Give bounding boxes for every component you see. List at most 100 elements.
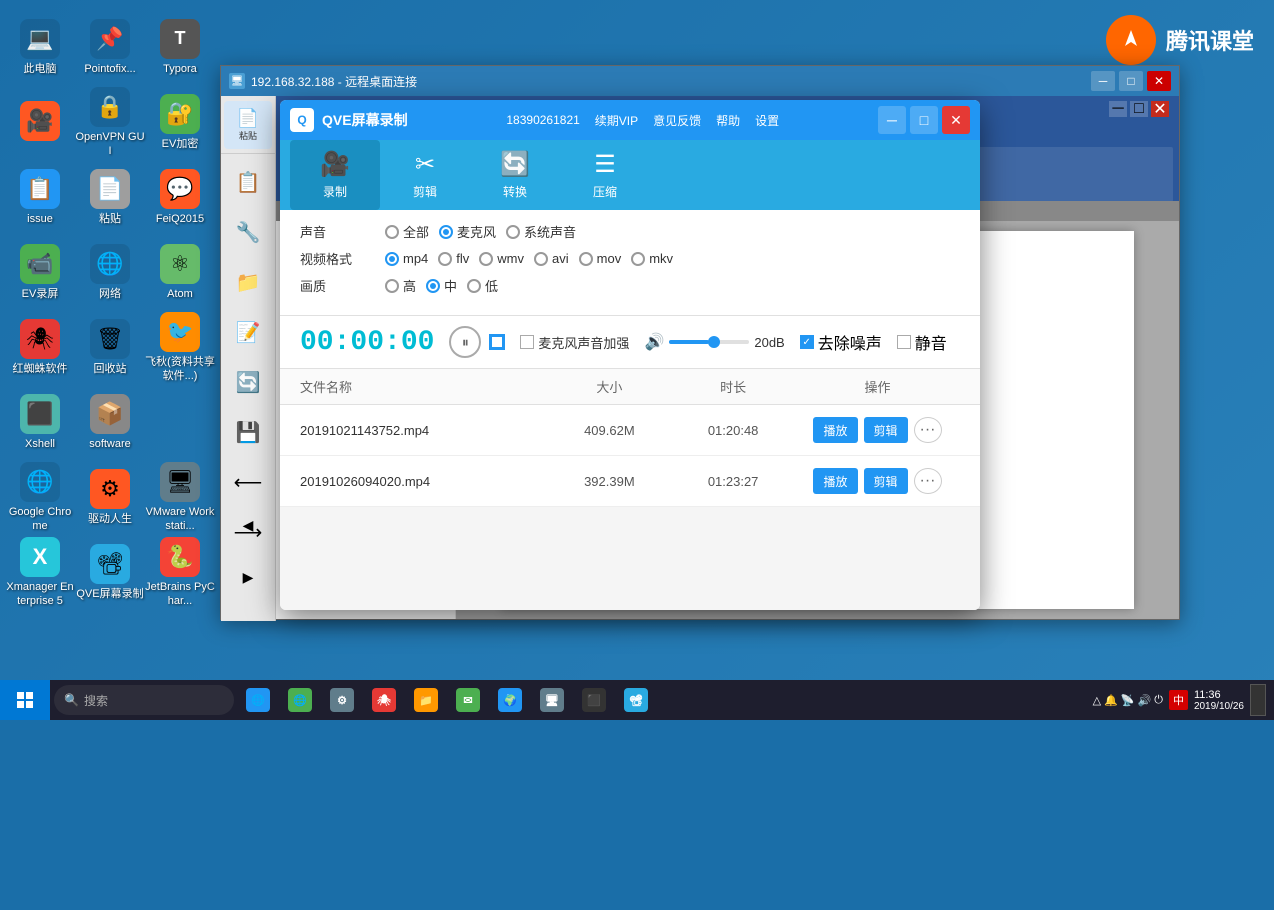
noise-cancel-item[interactable]: ✓ 去除噪声 (800, 330, 882, 354)
remote-minimize-button[interactable]: ─ (1091, 71, 1115, 91)
sidebar-icon-7[interactable]: ⟵ (224, 458, 272, 506)
file-name-1: 20191021143752.mp4 (300, 423, 548, 438)
format-wmv-label: wmv (497, 251, 524, 266)
sidebar-icon-5[interactable]: 🔄 (224, 358, 272, 406)
desktop-icon-issue[interactable]: 📋 issue (5, 160, 75, 235)
desktop-icon-pointofix[interactable]: 📌 Pointofix... (75, 10, 145, 85)
qve-close-button[interactable]: ✕ (942, 106, 970, 134)
sidebar-icon-1[interactable]: 📋 (224, 158, 272, 206)
sidebar-icon-2[interactable]: 🔧 (224, 208, 272, 256)
desktop-icon-network[interactable]: 🌐 网络 (75, 235, 145, 310)
taskbar-app-remote[interactable]: 🖥 (532, 680, 572, 720)
qve-file-list: 文件名称 大小 时长 操作 20191021143752.mp4 409.62M… (280, 369, 980, 610)
format-avi-option[interactable]: avi (534, 251, 569, 266)
desktop-icon-qve[interactable]: 📽 QVE屏幕录制 (75, 535, 145, 610)
format-mp4-option[interactable]: mp4 (385, 251, 428, 266)
taskbar-app-network[interactable]: 🌐 (238, 680, 278, 720)
qve-help-button[interactable]: 帮助 (716, 112, 740, 129)
taskbar-app-spider[interactable]: 🕷 (364, 680, 404, 720)
play-button-1[interactable]: 播放 (813, 417, 857, 443)
edit-button-2[interactable]: 剪辑 (864, 468, 908, 494)
taskbar-app-chrome[interactable]: 🌐 (280, 680, 320, 720)
format-mov-option[interactable]: mov (579, 251, 622, 266)
desktop-icon-software[interactable]: 📦 software (75, 385, 145, 460)
taskbar-language-indicator[interactable]: 中 (1169, 690, 1188, 710)
start-button[interactable] (0, 680, 50, 720)
mic-boost-checkbox-item[interactable]: 麦克风声音加强 (520, 333, 629, 352)
sidebar-nav-left[interactable]: ◀ (224, 501, 272, 549)
qve-vip-button[interactable]: 续期VIP (595, 112, 638, 129)
taskbar-app-media[interactable]: 📽 (616, 680, 656, 720)
sidebar-icon-3[interactable]: 📁 (224, 258, 272, 306)
volume-slider[interactable] (669, 340, 749, 344)
toolbar-edit-button[interactable]: ✂ 剪辑 (380, 140, 470, 210)
sidebar-paste-icon[interactable]: 📄 粘贴 (224, 101, 272, 149)
more-button-2[interactable]: ··· (914, 468, 942, 494)
toolbar-edit-label: 剪辑 (413, 183, 437, 200)
taskbar-app-browser[interactable]: 🌍 (490, 680, 530, 720)
search-icon: 🔍 (64, 693, 79, 707)
desktop-icon-record[interactable]: 🎥 (5, 85, 75, 160)
word-maximize-btn[interactable]: □ (1130, 101, 1148, 117)
format-flv-option[interactable]: flv (438, 251, 469, 266)
desktop-icon-xmanager[interactable]: X Xmanager Enterprise 5 (5, 535, 75, 610)
scissors-icon: ✂ (415, 150, 435, 179)
quality-high-option[interactable]: 高 (385, 276, 416, 295)
edit-button-1[interactable]: 剪辑 (864, 417, 908, 443)
desktop-icon-feiq[interactable]: 💬 FeiQ2015 (145, 160, 215, 235)
show-desktop-button[interactable] (1250, 684, 1266, 716)
desktop-icon-typora[interactable]: T Typora (145, 10, 215, 85)
taskbar-mail-icon: ✉ (456, 688, 480, 712)
desktop-icon-chrome[interactable]: 🌐 Google Chrome (5, 460, 75, 535)
qve-minimize-button[interactable]: ─ (878, 106, 906, 134)
format-wmv-option[interactable]: wmv (479, 251, 524, 266)
toolbar-compress-button[interactable]: ☰ 压缩 (560, 140, 650, 210)
sidebar-nav-right[interactable]: ▶ (224, 553, 272, 601)
pause-button[interactable]: ⏸ (449, 326, 481, 358)
desktop-icon-recycle[interactable]: 🗑 回收站 (75, 310, 145, 385)
desktop-icon-driver[interactable]: ⚙ 驱动人生 (75, 460, 145, 535)
audio-system-option[interactable]: 系统声音 (506, 222, 576, 241)
desktop-icon-vmware[interactable]: 🖥 VMware Workstati... (145, 460, 215, 535)
desktop-icon-pycharm[interactable]: 🐍 JetBrains PyChar... (145, 535, 215, 610)
play-button-2[interactable]: 播放 (813, 468, 857, 494)
mute-item[interactable]: 静音 (897, 330, 947, 354)
taskbar-search[interactable]: 🔍 搜索 (54, 685, 234, 715)
qve-settings-button[interactable]: 设置 (755, 112, 779, 129)
toolbar-record-button[interactable]: 🎥 录制 (290, 140, 380, 210)
desktop-icon-openvpn[interactable]: 🔒 OpenVPN GUI (75, 85, 145, 160)
taskbar-app-folder[interactable]: 📁 (406, 680, 446, 720)
remote-maximize-button[interactable]: □ (1119, 71, 1143, 91)
qve-feedback-button[interactable]: 意见反馈 (653, 112, 701, 129)
sidebar-icon-6[interactable]: 💾 (224, 408, 272, 456)
qve-maximize-button[interactable]: □ (910, 106, 938, 134)
desktop-icon-xshell[interactable]: ⬛ Xshell (5, 385, 75, 460)
desktop-icon-feiqiu[interactable]: 🐦 飞秋(资料共享软件...) (145, 310, 215, 385)
desktop-icon-atom[interactable]: ⚛ Atom (145, 235, 215, 310)
more-button-1[interactable]: ··· (914, 417, 942, 443)
quality-low-option[interactable]: 低 (467, 276, 498, 295)
taskbar-app-settings[interactable]: ⚙ (322, 680, 362, 720)
stop-button[interactable] (489, 334, 505, 350)
word-minimize-btn[interactable]: ─ (1109, 101, 1127, 117)
desktop-icon-label: 飞秋(资料共享软件...) (145, 356, 215, 382)
desktop-icon-computer[interactable]: 💻 此电脑 (5, 10, 75, 85)
desktop-icon-paste[interactable]: 📄 粘贴 (75, 160, 145, 235)
desktop-icon-spider[interactable]: 🕷 红蜘蛛软件 (5, 310, 75, 385)
remote-close-button[interactable]: ✕ (1147, 71, 1171, 91)
word-close-btn[interactable]: ✕ (1151, 101, 1169, 117)
file-actions-2: 播放 剪辑 ··· (795, 468, 960, 494)
desktop-icon-label: Typora (163, 63, 197, 76)
desktop-icon-ev-record[interactable]: 📹 EV录屏 (5, 235, 75, 310)
audio-all-option[interactable]: 全部 (385, 222, 429, 241)
sidebar-icon-4[interactable]: 📝 (224, 308, 272, 356)
taskbar-app-terminal[interactable]: ⬛ (574, 680, 614, 720)
quality-mid-option[interactable]: 中 (426, 276, 457, 295)
search-placeholder: 搜索 (84, 692, 108, 709)
audio-mic-option[interactable]: 麦克风 (439, 222, 496, 241)
taskbar-app-mail[interactable]: ✉ (448, 680, 488, 720)
volume-thumb[interactable] (708, 336, 720, 348)
toolbar-convert-button[interactable]: 🔄 转换 (470, 140, 560, 210)
format-mkv-option[interactable]: mkv (631, 251, 673, 266)
desktop-icon-ev-encrypt[interactable]: 🔐 EV加密 (145, 85, 215, 160)
